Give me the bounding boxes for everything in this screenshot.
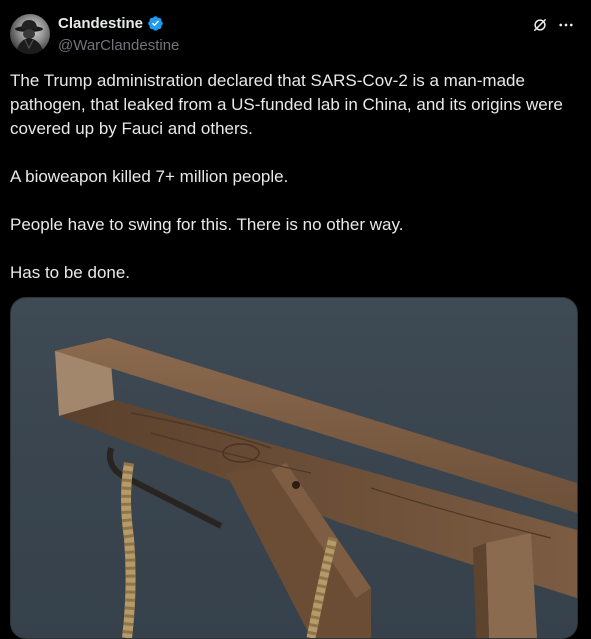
gallows-photo — [55, 338, 577, 638]
tweet-header: Clandestine @WarClandestine — [0, 0, 591, 62]
avatar[interactable] — [10, 14, 50, 54]
user-handle[interactable]: @WarClandestine — [58, 37, 179, 54]
tweet-paragraph: A bioweapon killed 7+ million people. — [10, 167, 289, 186]
tweet-text: The Trump administration declared that S… — [10, 69, 570, 285]
avatar-figure-icon — [15, 20, 44, 54]
display-name[interactable]: Clandestine — [58, 15, 143, 32]
grok-icon[interactable] — [531, 16, 549, 34]
more-options-icon[interactable] — [557, 16, 575, 34]
tweet-media-image[interactable] — [10, 297, 578, 639]
tweet-paragraph: Has to be done. — [10, 263, 131, 282]
tweet-paragraph: The Trump administration declared that S… — [10, 71, 563, 138]
tweet-paragraph: People have to swing for this. There is … — [10, 215, 404, 234]
verified-badge-icon — [148, 16, 163, 31]
vertical-post — [486, 533, 537, 638]
